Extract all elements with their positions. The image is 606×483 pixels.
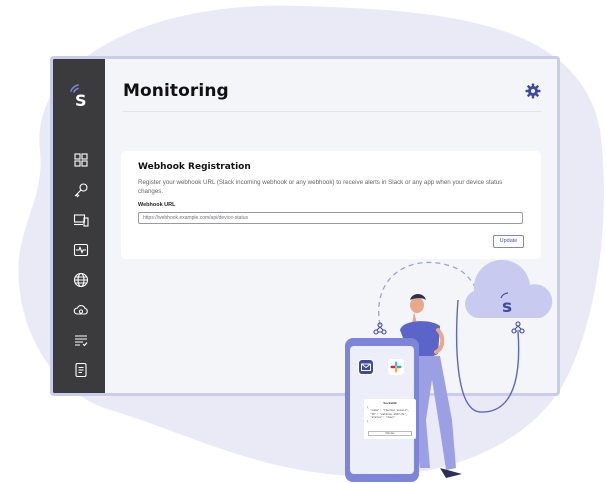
globe-icon[interactable]: [73, 272, 89, 288]
gear-icon[interactable]: [525, 83, 541, 99]
dismiss-button[interactable]: Dismiss: [368, 431, 412, 436]
slack-app-icon: [388, 359, 404, 375]
phone-screen: Socket99 { "name": "Thermal Sensor", "ID…: [350, 346, 416, 474]
notification-payload: { "name": "Thermal Sensor", "ID": "webho…: [367, 406, 410, 423]
notification-title: Socket99: [383, 401, 397, 405]
svg-text:S: S: [75, 91, 87, 109]
illustration-stage: S Monitoring Webhook Registration Regist…: [0, 0, 606, 483]
webhook-url-input[interactable]: [138, 212, 523, 224]
webhook-card: Webhook Registration Register your webho…: [121, 151, 541, 259]
phone-mockup: Socket99 { "name": "Thermal Sensor", "ID…: [345, 338, 419, 482]
notification-card: Socket99 { "name": "Thermal Sensor", "ID…: [364, 399, 416, 439]
update-button[interactable]: Update: [493, 235, 524, 248]
webhook-description: Register your webhook URL (Slack incomin…: [138, 179, 503, 195]
webhook-url-label: Webhook URL: [138, 202, 176, 208]
cloud-sync-icon[interactable]: [73, 302, 89, 318]
dashboard-icon[interactable]: [73, 152, 89, 168]
header-divider: [123, 111, 541, 112]
email-app-icon: [358, 359, 374, 375]
app-window: S Monitoring Webhook Registration Regist…: [50, 56, 560, 396]
webhook-title: Webhook Registration: [138, 162, 251, 172]
monitoring-icon[interactable]: [73, 242, 89, 258]
logo-icon: S: [70, 84, 87, 109]
key-icon[interactable]: [73, 182, 89, 198]
document-icon[interactable]: [73, 362, 89, 378]
page-title: Monitoring: [123, 81, 229, 101]
list-icon[interactable]: [73, 332, 89, 348]
sidebar: S: [53, 59, 105, 393]
main-content: Monitoring Webhook Registration Register…: [105, 59, 557, 393]
devices-icon[interactable]: [73, 212, 89, 228]
